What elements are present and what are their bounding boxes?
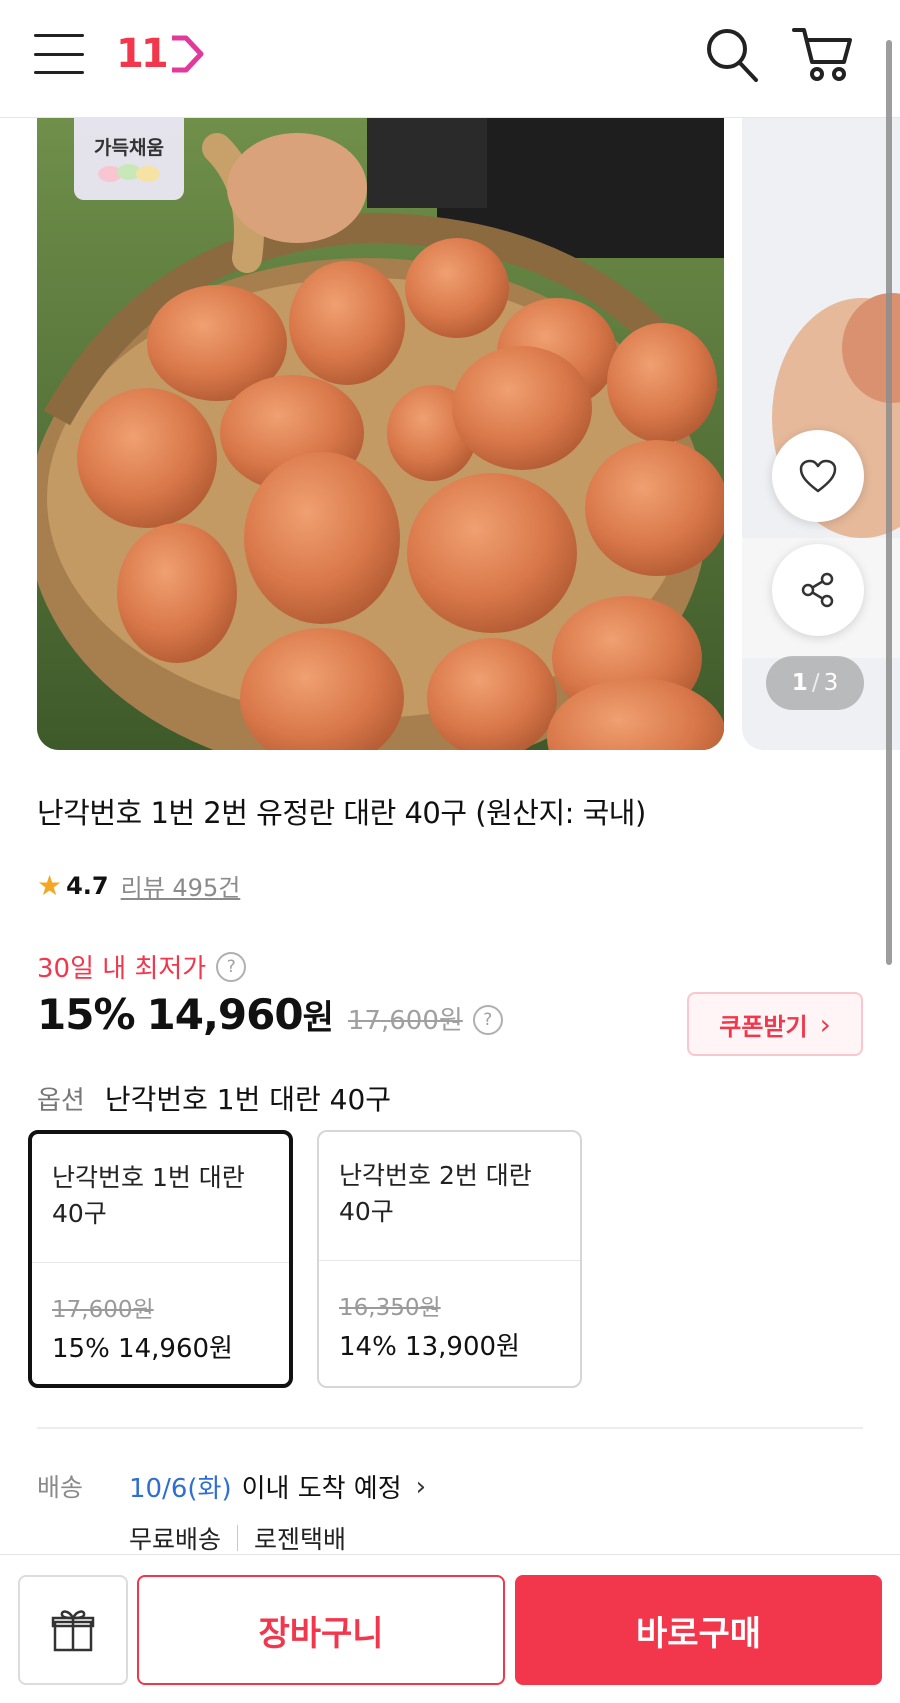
coupon-label: 쿠폰받기 [719, 1012, 808, 1041]
option-card-1[interactable]: 난각번호 1번 대란 40구 17,600원 15% 14,960원 [28, 1130, 293, 1388]
logo-text: 11 [116, 31, 169, 77]
option-selected-value: 난각번호 1번 대란 40구 [104, 1083, 392, 1116]
bottom-action-bar: 장바구니 바로구매 [0, 1554, 900, 1703]
buy-now-button[interactable]: 바로구매 [515, 1575, 882, 1685]
delivery-eta-text: 이내 도착 예정 [241, 1474, 402, 1504]
rating-row: ★ 4.7 리뷰 495건 [37, 868, 240, 903]
discount-rate: 15% [37, 990, 136, 1039]
coupon-button[interactable]: 쿠폰받기 › [687, 992, 863, 1056]
app-header: 11 [0, 0, 900, 118]
delivery-label: 배송 [37, 1473, 84, 1502]
carrier-name: 로젠택배 [254, 1525, 347, 1554]
section-divider [37, 1427, 863, 1429]
delivery-date: 10/6(화) [129, 1474, 232, 1504]
search-icon[interactable] [704, 26, 760, 84]
image-page-indicator: 1 / 3 [766, 656, 864, 710]
chevron-right-icon: › [819, 1007, 831, 1041]
currency-unit: 원 [302, 998, 334, 1038]
wishlist-button[interactable] [772, 430, 864, 522]
option-sale-price: 15% 14,960원 [52, 1334, 233, 1364]
sale-price: 14,960 [146, 990, 304, 1039]
page-separator: / [811, 670, 820, 696]
product-image-eggs[interactable] [37, 118, 724, 750]
gift-icon [51, 1610, 95, 1652]
chevron-right-icon: › [415, 1471, 427, 1502]
option-summary: 옵션 난각번호 1번 대란 40구 [37, 1078, 391, 1118]
product-title: 난각번호 1번 2번 유정란 대란 40구 (원산지: 국내) [37, 796, 646, 830]
brand-logo[interactable]: 11 [116, 24, 216, 84]
lowest-price-label-row: 30일 내 최저가 ? [37, 948, 247, 985]
shipping-fee: 무료배송 [129, 1525, 222, 1554]
option-original-price: 16,350원 [339, 1295, 441, 1321]
macaron-icon [98, 163, 160, 182]
logo-arrow-icon [171, 35, 204, 73]
product-image-carousel[interactable]: 가득채움 1 / 3 [0, 118, 900, 753]
price-help-icon[interactable]: ? [472, 1005, 503, 1035]
review-count-link[interactable]: 리뷰 495건 [121, 868, 241, 903]
lowest-price-label: 30일 내 최저가 [37, 954, 207, 984]
share-button[interactable] [772, 544, 864, 636]
help-icon[interactable]: ? [216, 951, 247, 982]
page-scrollbar[interactable] [886, 40, 892, 965]
rating-score: 4.7 [66, 871, 109, 900]
option-card-divider [32, 1262, 289, 1263]
add-to-cart-button[interactable]: 장바구니 [137, 1575, 505, 1685]
current-page: 1 [791, 670, 808, 696]
cart-icon[interactable] [790, 24, 854, 84]
eggs-basket-illustration [37, 118, 724, 750]
separator [237, 1525, 239, 1551]
shipping-details: 무료배송 로젠택배 [129, 1520, 346, 1556]
option-card-divider [319, 1260, 580, 1261]
star-icon: ★ [37, 869, 63, 902]
option-label: 옵션 [37, 1085, 85, 1116]
option-name: 난각번호 1번 대란 40구 [52, 1163, 245, 1228]
badge-text: 가득채움 [94, 136, 164, 159]
total-pages: 3 [823, 670, 839, 696]
original-price: 17,600원 [347, 1006, 463, 1036]
delivery-eta-link[interactable]: 10/6(화) 이내 도착 예정 › [129, 1468, 426, 1505]
share-icon [801, 572, 834, 608]
option-original-price: 17,600원 [52, 1297, 154, 1323]
option-sale-price: 14% 13,900원 [339, 1332, 520, 1362]
gift-button[interactable] [18, 1575, 128, 1685]
product-badge: 가득채움 [74, 118, 184, 200]
option-name: 난각번호 2번 대란 40구 [339, 1161, 532, 1226]
option-card-2[interactable]: 난각번호 2번 대란 40구 16,350원 14% 13,900원 [317, 1130, 582, 1388]
menu-icon[interactable] [34, 30, 84, 78]
price-row: 15% 14,960 원 17,600원 ? [37, 990, 503, 1039]
heart-icon [799, 459, 837, 493]
